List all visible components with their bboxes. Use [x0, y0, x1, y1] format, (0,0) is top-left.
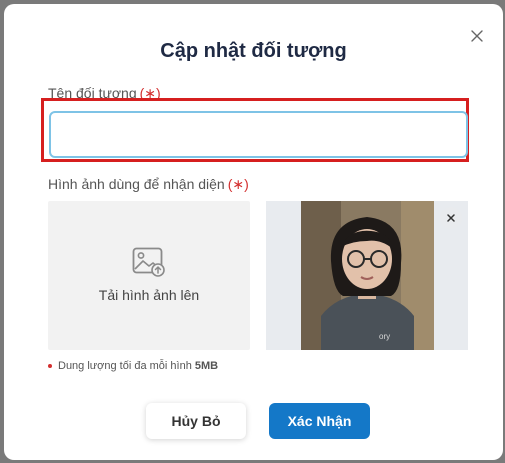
- dialog-title: Cập nhật đối tượng: [160, 40, 347, 62]
- cancel-button[interactable]: Hủy Bỏ: [146, 403, 246, 439]
- bullet-dot: [48, 364, 52, 368]
- image-preview: ory: [266, 201, 468, 350]
- size-hint-text: Dung lượng tối đa mỗi hình: [58, 360, 192, 372]
- file-size-hint: Dung lượng tối đa mỗi hình 5MB: [48, 360, 218, 372]
- image-upload-area[interactable]: Tải hình ảnh lên: [48, 201, 250, 350]
- update-object-dialog: Cập nhật đối tượng Tên đối tượng (∗) Hình…: [4, 4, 503, 460]
- object-name-input[interactable]: [49, 111, 468, 158]
- upload-label: Tải hình ảnh lên: [98, 287, 200, 303]
- svg-text:ory: ory: [379, 332, 390, 341]
- image-label-text: Hình ảnh dùng để nhận diện: [48, 176, 225, 192]
- size-limit: 5MB: [194, 360, 219, 372]
- image-upload-icon: [132, 247, 165, 277]
- image-field-label: Hình ảnh dùng để nhận diện (∗): [48, 176, 249, 193]
- confirm-button[interactable]: Xác Nhận: [269, 403, 370, 439]
- uploaded-face-photo: ory: [301, 201, 434, 350]
- remove-image-button[interactable]: [440, 207, 462, 229]
- close-icon: [447, 214, 455, 222]
- required-mark: (∗): [227, 176, 249, 192]
